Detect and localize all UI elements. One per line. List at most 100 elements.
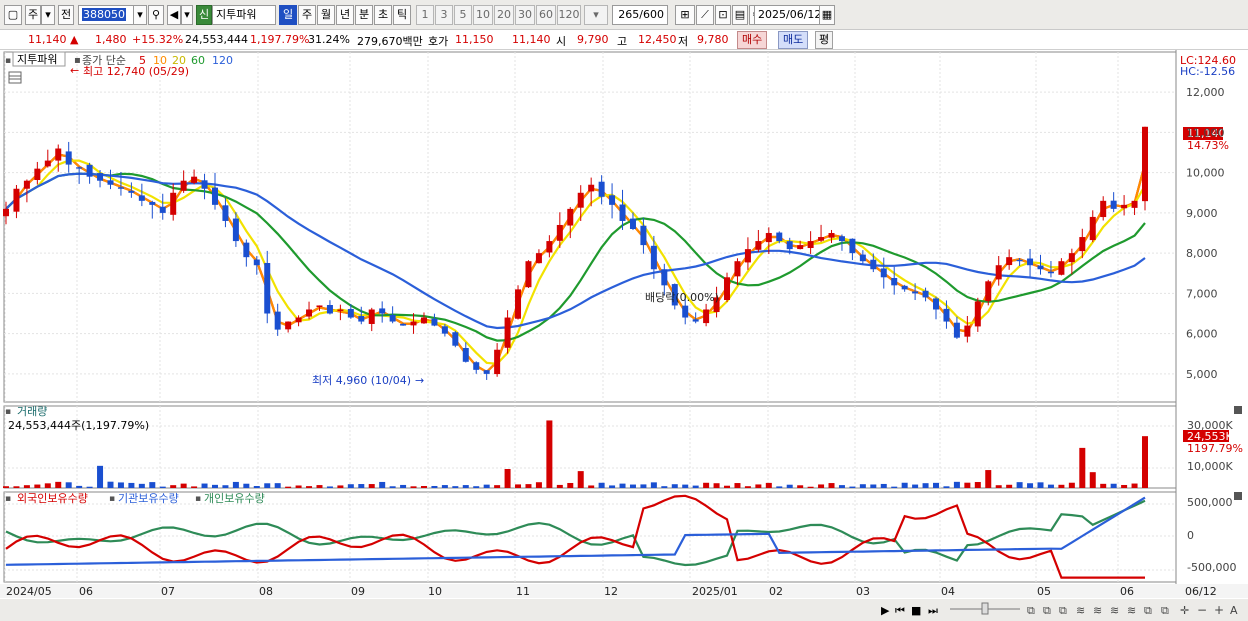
candle-body — [859, 254, 866, 262]
zoom-in-icon[interactable]: + — [1214, 603, 1224, 617]
interval-tab-1[interactable]: 주 — [298, 5, 316, 25]
interval-tab-0[interactable]: 일 — [279, 5, 297, 25]
candle-body — [264, 262, 271, 314]
copy-icon[interactable]: ⧉ — [1059, 604, 1067, 617]
candle-body — [724, 277, 731, 300]
volume-bar — [494, 485, 501, 488]
expand-icon[interactable]: ⊡ — [715, 5, 731, 25]
ma-60-label: 60 — [191, 54, 205, 67]
window-icon[interactable]: ▢ — [4, 5, 22, 25]
date-input[interactable]: 2025/06/12 — [754, 5, 820, 25]
minute-option-1[interactable]: 1 — [416, 5, 434, 25]
search-icon[interactable]: ⚲ — [148, 5, 164, 25]
skip-back-icon[interactable]: ⏮ — [895, 604, 905, 617]
skip-forward-icon[interactable]: ⏭ — [928, 604, 938, 617]
zoom-slider-handle[interactable] — [981, 602, 989, 615]
candle-body — [295, 317, 302, 323]
minute-option-120[interactable]: 120 — [557, 5, 581, 25]
stock-name-field[interactable]: 지투파워 — [212, 5, 276, 25]
reset-icon[interactable]: ⧉ — [1144, 604, 1152, 617]
print-icon[interactable]: ⧉ — [1161, 604, 1169, 617]
font-size-icon[interactable]: A — [1230, 604, 1238, 617]
draw-tool-icon[interactable]: ⟋ — [696, 5, 714, 25]
period-box[interactable]: 주 — [25, 5, 41, 25]
quote-info-bar: 11,140 ▲ 1,480 +15.32% 24,553,444 1,197.… — [0, 30, 1248, 50]
volume-bar — [473, 486, 480, 488]
ask-price: 11,150 — [455, 33, 494, 46]
candle-body — [786, 241, 793, 250]
bar-count-field[interactable]: 265/600 — [612, 5, 668, 25]
date-axis-label: 06 — [79, 585, 93, 598]
buy-button[interactable]: 매수 — [737, 31, 768, 49]
candle-body — [504, 317, 511, 348]
pattern-icon[interactable]: ≋ — [1076, 604, 1085, 617]
stock-chart[interactable]: 지투파워 ▪ ▪ 종가 단순 5 10 20 60 120 ← 최고 12,74… — [0, 50, 1248, 621]
volume-bar — [86, 486, 93, 488]
candle-body — [128, 190, 135, 193]
period-dropdown-icon[interactable]: ▾ — [41, 5, 55, 25]
table-view-icon[interactable] — [8, 71, 22, 84]
speaker-dropdown-icon[interactable]: ▾ — [181, 5, 193, 25]
volume-bar — [807, 486, 814, 488]
pattern2-icon[interactable]: ≋ — [1093, 604, 1102, 617]
minute-option-10[interactable]: 10 — [473, 5, 493, 25]
minute-option-60[interactable]: 60 — [536, 5, 556, 25]
interval-tab-3[interactable]: 년 — [336, 5, 354, 25]
holdings-handle-icon[interactable]: ▪ — [5, 494, 11, 504]
stop-icon[interactable]: ■ — [911, 604, 921, 617]
date-axis-label: 03 — [856, 585, 870, 598]
volume-bar — [629, 484, 636, 488]
sell-button[interactable]: 매도 — [778, 31, 809, 49]
minute-option-label: 20 — [497, 8, 511, 21]
interval-tab-4[interactable]: 분 — [355, 5, 373, 25]
code-dropdown-icon[interactable]: ▾ — [133, 5, 147, 25]
date-axis-label: 02 — [769, 585, 783, 598]
volume-bar — [483, 484, 490, 488]
panel-handle-icon[interactable]: ▪ — [5, 56, 11, 66]
stock-code-input[interactable]: 388050 — [78, 5, 134, 25]
candle-body — [483, 370, 490, 374]
holdings-handle-icon[interactable]: ▪ — [109, 494, 115, 504]
volume-close-icon[interactable] — [1234, 406, 1242, 414]
holdings-handle-icon[interactable]: ▪ — [195, 494, 201, 504]
calendar-icon[interactable]: ▦ — [819, 5, 835, 25]
volume-bar — [953, 481, 960, 488]
volume-tick-10000: 10,000K — [1187, 460, 1233, 473]
minute-custom-input[interactable]: ▾ — [584, 5, 608, 25]
bid-price: 11,140 — [512, 33, 551, 46]
scroll-right-icon[interactable]: ▶ — [881, 604, 890, 617]
average-button[interactable]: 평 — [815, 31, 834, 49]
volume-bar — [400, 484, 407, 488]
pattern4-icon[interactable]: ≋ — [1127, 604, 1136, 617]
pattern3-icon[interactable]: ≋ — [1110, 604, 1119, 617]
candle-body — [943, 308, 950, 322]
price-tick-label: 5,000 — [1186, 368, 1218, 381]
date-value: 2025/06/12 — [758, 8, 820, 21]
candle-body — [1131, 200, 1138, 208]
zoom-out-icon[interactable]: − — [1197, 603, 1207, 617]
interval-tab-6[interactable]: 틱 — [393, 5, 411, 25]
layout-icon[interactable]: ⧉ — [1027, 604, 1035, 617]
minute-option-30[interactable]: 30 — [515, 5, 535, 25]
high-label: 고 — [617, 35, 628, 48]
holdings-close-icon[interactable] — [1234, 492, 1242, 500]
stock-name-value: 지투파워 — [216, 8, 257, 21]
save-icon[interactable]: ▤ — [732, 5, 748, 25]
compare-icon[interactable]: ⧉ — [1043, 604, 1051, 617]
interval-tab-5[interactable]: 초 — [374, 5, 392, 25]
volume-handle-icon[interactable]: ▪ — [5, 407, 11, 417]
volume-bar — [232, 481, 239, 488]
minute-option-20[interactable]: 20 — [494, 5, 514, 25]
volume-bar — [870, 484, 877, 488]
crosshair-icon[interactable]: ✛ — [1180, 604, 1189, 617]
candle-type-icon[interactable]: ⊞ — [675, 5, 695, 25]
candle-body — [420, 317, 427, 324]
mode-box[interactable]: 전 — [58, 5, 74, 25]
minute-option-3[interactable]: 3 — [435, 5, 453, 25]
minute-option-5[interactable]: 5 — [454, 5, 472, 25]
interval-tab-2[interactable]: 월 — [317, 5, 335, 25]
volume-bar — [44, 483, 51, 488]
new-stock-badge[interactable]: 신 — [196, 5, 212, 25]
volume-bar — [253, 486, 260, 488]
speaker-icon[interactable]: ◀ — [167, 5, 181, 25]
